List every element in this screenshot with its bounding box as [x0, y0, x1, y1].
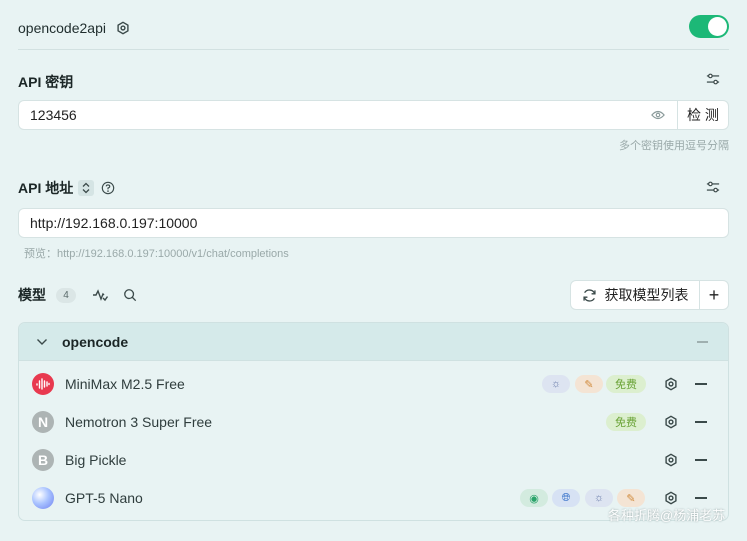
- model-settings-gear-icon[interactable]: [664, 491, 678, 505]
- header-divider: [18, 49, 729, 50]
- minimax-logo-icon: [32, 373, 54, 395]
- help-circle-icon[interactable]: [101, 181, 115, 195]
- models-header: 模型 4: [18, 286, 137, 304]
- refresh-icon: [582, 288, 597, 303]
- api-key-label: API 密钥: [18, 74, 74, 90]
- api-address-input[interactable]: http://192.168.0.197:10000: [18, 208, 729, 238]
- fetch-models-button[interactable]: 获取模型列表: [570, 280, 700, 310]
- api-address-header: API 地址: [18, 179, 115, 197]
- api-key-settings-sliders-icon[interactable]: [706, 72, 720, 86]
- models-count-badge: 4: [56, 287, 76, 303]
- provider-settings-gear-icon[interactable]: [116, 21, 130, 35]
- model-avatar: B: [32, 449, 54, 471]
- api-address-settings-sliders-icon[interactable]: [706, 180, 720, 194]
- remove-model-minus-icon[interactable]: [695, 497, 707, 499]
- model-settings-gear-icon[interactable]: [664, 415, 678, 429]
- remove-model-minus-icon[interactable]: [695, 421, 707, 423]
- provider-name: opencode2api: [18, 20, 106, 36]
- model-avatar: N: [32, 411, 54, 433]
- watermark: 各种折腾@杨浦老苏: [608, 508, 726, 523]
- check-key-label: 检 测: [687, 107, 719, 123]
- api-key-input[interactable]: 123456: [18, 100, 678, 130]
- model-name: GPT-5 Nano: [65, 490, 143, 506]
- check-key-button[interactable]: 检 测: [677, 100, 729, 130]
- web-tag-globe-icon: 🌐︎: [552, 489, 580, 507]
- chevron-down-icon[interactable]: [36, 338, 48, 346]
- model-group-header[interactable]: opencode: [19, 323, 728, 361]
- model-settings-gear-icon[interactable]: [664, 377, 678, 391]
- reasoning-tag-icon: ☼: [542, 375, 570, 393]
- provider-enabled-toggle[interactable]: [689, 15, 729, 38]
- api-key-hint: 多个密钥使用逗号分隔: [619, 140, 729, 152]
- model-row[interactable]: N Nemotron 3 Super Free 免费: [19, 403, 728, 441]
- collapse-group-minus-icon[interactable]: [697, 341, 708, 343]
- models-label: 模型: [18, 287, 46, 303]
- health-check-icon[interactable]: [92, 288, 108, 302]
- model-group-name: opencode: [62, 333, 129, 350]
- api-address-value: http://192.168.0.197:10000: [30, 215, 198, 231]
- model-row[interactable]: MiniMax M2.5 Free ☼ ✎ 免费: [19, 365, 728, 403]
- gpt-logo-icon: [32, 487, 54, 509]
- search-icon[interactable]: [123, 288, 137, 302]
- api-key-value: 123456: [30, 107, 77, 123]
- free-tag: 免费: [606, 375, 646, 393]
- model-name: Nemotron 3 Super Free: [65, 414, 213, 430]
- model-name: Big Pickle: [65, 452, 127, 468]
- vision-tag-eye-icon: ◉: [520, 489, 548, 507]
- remove-model-minus-icon[interactable]: [695, 383, 707, 385]
- provider-header: opencode2api: [18, 18, 130, 38]
- remove-model-minus-icon[interactable]: [695, 459, 707, 461]
- tool-tag-icon: ✎: [575, 375, 603, 393]
- show-key-eye-icon[interactable]: [651, 109, 665, 121]
- model-settings-gear-icon[interactable]: [664, 453, 678, 467]
- chevron-up-down-icon[interactable]: [78, 180, 95, 196]
- model-row[interactable]: B Big Pickle: [19, 441, 728, 479]
- api-address-preview: 预览：http://192.168.0.197:10000/v1/chat/co…: [24, 248, 289, 260]
- add-model-button[interactable]: +: [699, 280, 729, 310]
- free-tag: 免费: [606, 413, 646, 431]
- model-group-panel: opencode MiniMax M2.5 Free ☼ ✎ 免费 N Nemo…: [18, 322, 729, 521]
- api-address-label: API 地址: [18, 180, 74, 196]
- plus-icon: +: [708, 285, 720, 305]
- fetch-models-label: 获取模型列表: [604, 287, 689, 303]
- toggle-knob: [708, 17, 727, 36]
- model-name: MiniMax M2.5 Free: [65, 376, 185, 392]
